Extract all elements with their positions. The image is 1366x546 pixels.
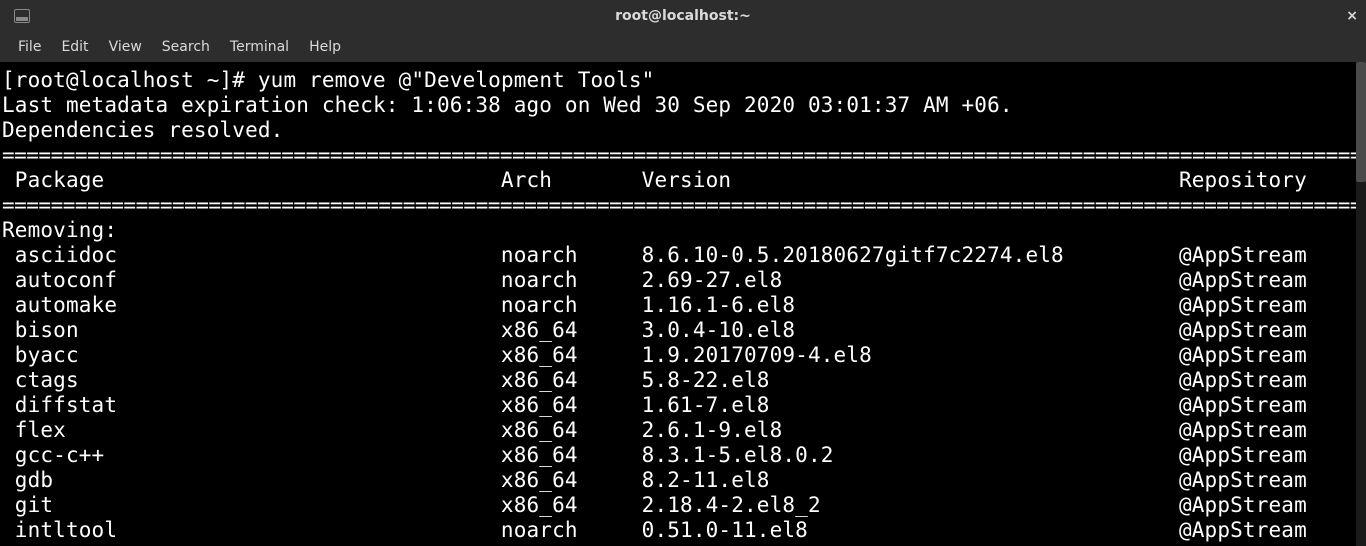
removing-label: Removing: (2, 218, 117, 242)
deps-line: Dependencies resolved. (2, 118, 283, 142)
menu-file[interactable]: File (8, 35, 51, 59)
prompt: [root@localhost ~]# (2, 68, 258, 92)
menu-help[interactable]: Help (299, 35, 351, 59)
window-title: root@localhost:~ (615, 8, 751, 24)
close-button[interactable]: × (1346, 8, 1358, 24)
divider-mid: ========================================… (2, 193, 1366, 217)
menu-terminal[interactable]: Terminal (220, 35, 299, 59)
divider-top: ========================================… (2, 143, 1366, 167)
table-header: Package Arch Version Repository Size (2, 168, 1366, 192)
menu-edit[interactable]: Edit (51, 35, 98, 59)
package-list: asciidoc noarch 8.6.10-0.5.20180627gitf7… (2, 243, 1366, 542)
menu-view[interactable]: View (99, 35, 152, 59)
terminal-icon (14, 9, 30, 23)
terminal-output[interactable]: [root@localhost ~]# yum remove @"Develop… (0, 62, 1366, 546)
menubar: File Edit View Search Terminal Help (0, 32, 1366, 62)
meta-line: Last metadata expiration check: 1:06:38 … (2, 93, 1013, 117)
menu-search[interactable]: Search (152, 35, 220, 59)
titlebar: root@localhost:~ × (0, 0, 1366, 32)
scrollbar-track[interactable] (1356, 62, 1366, 546)
command: yum remove @"Development Tools" (258, 68, 655, 92)
scrollbar-thumb[interactable] (1356, 62, 1366, 182)
